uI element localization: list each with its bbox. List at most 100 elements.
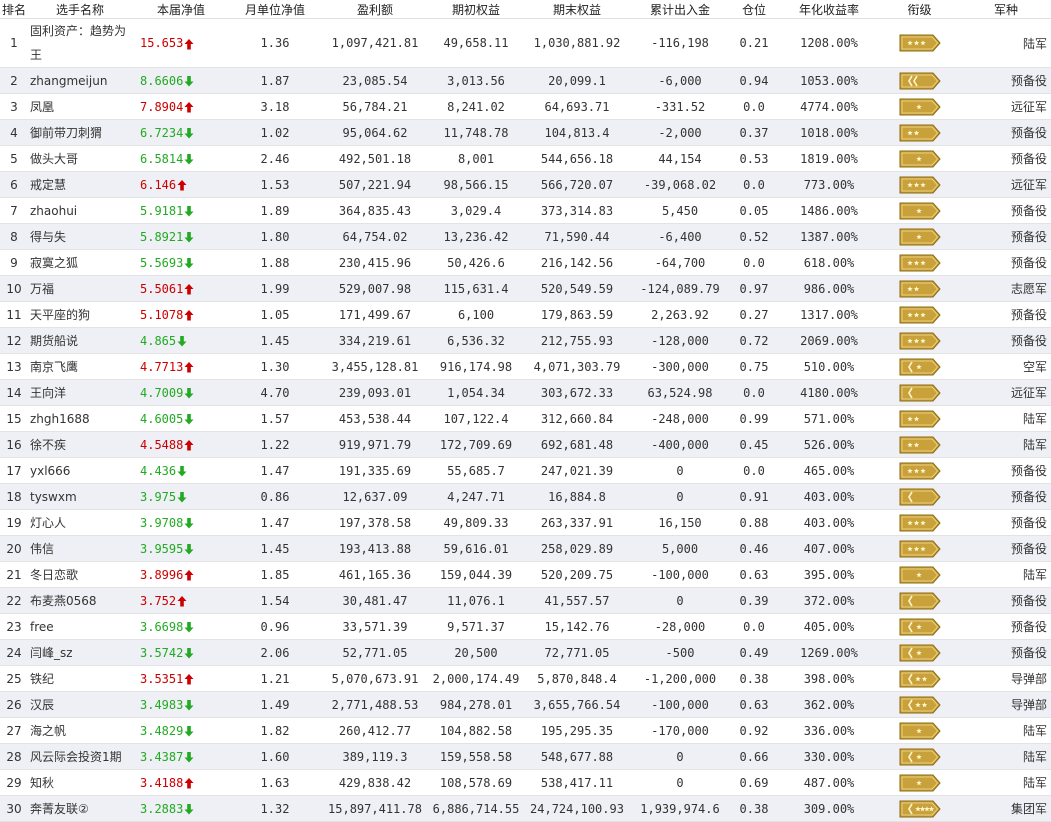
net-flow-cell: -124,089.79 <box>632 275 728 302</box>
table-row[interactable]: 28 风云际会投资1期 3.4387 1.60 389,119.3 159,558.58 5… <box>0 743 1051 770</box>
position-cell: 0.0 <box>728 249 780 276</box>
player-name-link[interactable]: 知秋 <box>28 769 132 796</box>
player-name-link[interactable]: 伟信 <box>28 535 132 562</box>
table-row[interactable]: 8 得与失 5.8921 1.80 64,754.02 13,236.42 71,590.4… <box>0 223 1051 250</box>
player-name-link[interactable]: 做头大哥 <box>28 145 132 172</box>
corps-cell: 导弹部 <box>961 691 1051 718</box>
table-row[interactable]: 6 戒定慧 6.146 1.53 507,221.94 98,566.15 566,720.… <box>0 171 1051 198</box>
player-name-link[interactable]: 期货船说 <box>28 327 132 354</box>
player-name-link[interactable]: 海之帆 <box>28 717 132 744</box>
nav-cell: 4.7713 <box>132 353 230 380</box>
table-row[interactable]: 2 zhangmeijun 8.6606 1.87 23,085.54 3,013.56 2… <box>0 67 1051 94</box>
rank-cell: 6 <box>0 171 28 198</box>
military-rank-cell <box>878 561 961 588</box>
table-row[interactable]: 23 free 3.6698 0.96 33,571.39 9,571.37 15,142.… <box>0 613 1051 640</box>
table-row[interactable]: 24 闫峰_sz 3.5742 2.06 52,771.05 20,500 72,771.0… <box>0 639 1051 666</box>
rank-cell: 29 <box>0 769 28 796</box>
table-row[interactable]: 1 固利资产：趋势为王 15.653 1.36 1,097,421.81 49,658.1… <box>0 18 1051 68</box>
table-row[interactable]: 30 奔菁友联② 3.2883 1.32 15,897,411.78 6,886,714.… <box>0 795 1051 822</box>
player-name-link[interactable]: 风云际会投资1期 <box>28 743 132 770</box>
table-row[interactable]: 5 做头大哥 6.5814 2.46 492,501.18 8,001 544,656.18… <box>0 145 1051 172</box>
player-name-link[interactable]: 闫峰_sz <box>28 639 132 666</box>
header-rank[interactable]: 排名 <box>0 0 28 19</box>
monthly-nav-cell: 1.45 <box>230 535 320 562</box>
table-row[interactable]: 29 知秋 3.4188 1.63 429,838.42 108,578.69 538,41… <box>0 769 1051 796</box>
header-profit[interactable]: 盈利额 <box>320 0 430 19</box>
table-row[interactable]: 13 南京飞鹰 4.7713 1.30 3,455,128.81 916,174.98 4,… <box>0 353 1051 380</box>
table-row[interactable]: 14 王向洋 4.7009 4.70 239,093.01 1,054.34 303,672… <box>0 379 1051 406</box>
player-name-link[interactable]: free <box>28 613 132 640</box>
table-row[interactable]: 7 zhaohui 5.9181 1.89 364,835.43 3,029.4 373,3… <box>0 197 1051 224</box>
nav-cell: 5.9181 <box>132 197 230 224</box>
monthly-nav-cell: 1.53 <box>230 171 320 198</box>
table-row[interactable]: 25 铁纪 3.5351 1.21 5,070,673.91 2,000,174.49 5,… <box>0 665 1051 692</box>
player-name-link[interactable]: 凤凰 <box>28 93 132 120</box>
table-row[interactable]: 15 zhgh1688 4.6005 1.57 453,538.44 107,122.4 3… <box>0 405 1051 432</box>
player-name-link[interactable]: 戒定慧 <box>28 171 132 198</box>
player-name-link[interactable]: 御前带刀刺猬 <box>28 119 132 146</box>
player-name-link[interactable]: 奔菁友联② <box>28 795 132 822</box>
table-row[interactable]: 10 万福 5.5061 1.99 529,007.98 115,631.4 520,549… <box>0 275 1051 302</box>
player-name-link[interactable]: 徐不疾 <box>28 431 132 458</box>
player-name-link[interactable]: 寂寞之狐 <box>28 249 132 276</box>
header-player-name[interactable]: 选手名称 <box>28 0 132 19</box>
annual-return-cell: 372.00% <box>780 587 878 614</box>
player-name-link[interactable]: tyswxm <box>28 483 132 510</box>
table-row[interactable]: 27 海之帆 3.4829 1.82 260,412.77 104,882.58 195,2… <box>0 717 1051 744</box>
table-row[interactable]: 4 御前带刀刺猬 6.7234 1.02 95,064.62 11,748.78 104,8… <box>0 119 1051 146</box>
nav-value: 3.4387 <box>140 749 184 764</box>
table-row[interactable]: 3 凤凰 7.8904 3.18 56,784.21 8,241.02 64,693.71-… <box>0 93 1051 120</box>
player-name-link[interactable]: 王向洋 <box>28 379 132 406</box>
header-corps[interactable]: 军种 <box>961 0 1051 19</box>
header-annual-return[interactable]: 年化收益率 <box>780 0 878 19</box>
player-name-link[interactable]: 灯心人 <box>28 509 132 536</box>
net-flow-cell: -248,000 <box>632 405 728 432</box>
rank-badge-icon <box>899 254 941 271</box>
player-name-link[interactable]: zhangmeijun <box>28 67 132 94</box>
table-row[interactable]: 16 徐不疾 4.5488 1.22 919,971.79 172,709.69 692,6… <box>0 431 1051 458</box>
player-name-link[interactable]: zhgh1688 <box>28 405 132 432</box>
annual-return-cell: 1486.00% <box>780 197 878 224</box>
nav-cell: 5.5061 <box>132 275 230 302</box>
header-start-equity[interactable]: 期初权益 <box>430 0 522 19</box>
header-nav[interactable]: 本届净值 <box>132 0 230 19</box>
player-name-link[interactable]: 南京飞鹰 <box>28 353 132 380</box>
arrow-down-icon <box>184 648 194 659</box>
header-net-flow[interactable]: 累计出入金 <box>632 0 728 19</box>
table-row[interactable]: 26 汉辰 3.4983 1.49 2,771,488.53 984,278.01 3,65… <box>0 691 1051 718</box>
end-equity-cell: 71,590.44 <box>522 223 632 250</box>
end-equity-cell: 520,549.59 <box>522 275 632 302</box>
arrow-down-icon <box>184 700 194 711</box>
start-equity-cell: 159,044.39 <box>430 561 522 588</box>
header-monthly-nav[interactable]: 月单位净值 <box>230 0 320 19</box>
header-military-rank[interactable]: 衔级 <box>878 0 961 19</box>
table-row[interactable]: 20 伟信 3.9595 1.45 193,413.88 59,616.01 258,029… <box>0 535 1051 562</box>
player-name-link[interactable]: 得与失 <box>28 223 132 250</box>
rank-badge-icon <box>899 618 941 635</box>
annual-return-cell: 309.00% <box>780 795 878 822</box>
player-name-link[interactable]: 铁纪 <box>28 665 132 692</box>
table-row[interactable]: 12 期货船说 4.865 1.45 334,219.61 6,536.32 212,755… <box>0 327 1051 354</box>
player-name-link[interactable]: 冬日恋歌 <box>28 561 132 588</box>
player-name-link[interactable]: 万福 <box>28 275 132 302</box>
player-name-link[interactable]: yxl666 <box>28 457 132 484</box>
table-row[interactable]: 19 灯心人 3.9708 1.47 197,378.58 49,809.33 263,33… <box>0 509 1051 536</box>
player-name-link[interactable]: zhaohui <box>28 197 132 224</box>
table-row[interactable]: 22 布麦燕0568 3.752 1.54 30,481.47 11,076.1 41,55… <box>0 587 1051 614</box>
table-row[interactable]: 21 冬日恋歌 3.8996 1.85 461,165.36 159,044.39 520,… <box>0 561 1051 588</box>
start-equity-cell: 49,809.33 <box>430 509 522 536</box>
start-equity-cell: 6,536.32 <box>430 327 522 354</box>
player-name-link[interactable]: 布麦燕0568 <box>28 587 132 614</box>
table-row[interactable]: 11 天平座的狗 5.1078 1.05 171,499.67 6,100 179,863.… <box>0 301 1051 328</box>
nav-cell: 3.5742 <box>132 639 230 666</box>
table-row[interactable]: 9 寂寞之狐 5.5693 1.88 230,415.96 50,426.6 216,142… <box>0 249 1051 276</box>
header-end-equity[interactable]: 期末权益 <box>522 0 632 19</box>
table-row[interactable]: 17 yxl666 4.436 1.47 191,335.69 55,685.7 247,0… <box>0 457 1051 484</box>
header-position[interactable]: 仓位 <box>728 0 780 19</box>
monthly-nav-cell: 1.63 <box>230 769 320 796</box>
rank-cell: 9 <box>0 249 28 276</box>
table-row[interactable]: 18 tyswxm 3.975 0.86 12,637.09 4,247.71 16,884… <box>0 483 1051 510</box>
player-name-link[interactable]: 天平座的狗 <box>28 301 132 328</box>
player-name-link[interactable]: 汉辰 <box>28 691 132 718</box>
player-name-link[interactable]: 固利资产：趋势为王 <box>28 18 132 68</box>
